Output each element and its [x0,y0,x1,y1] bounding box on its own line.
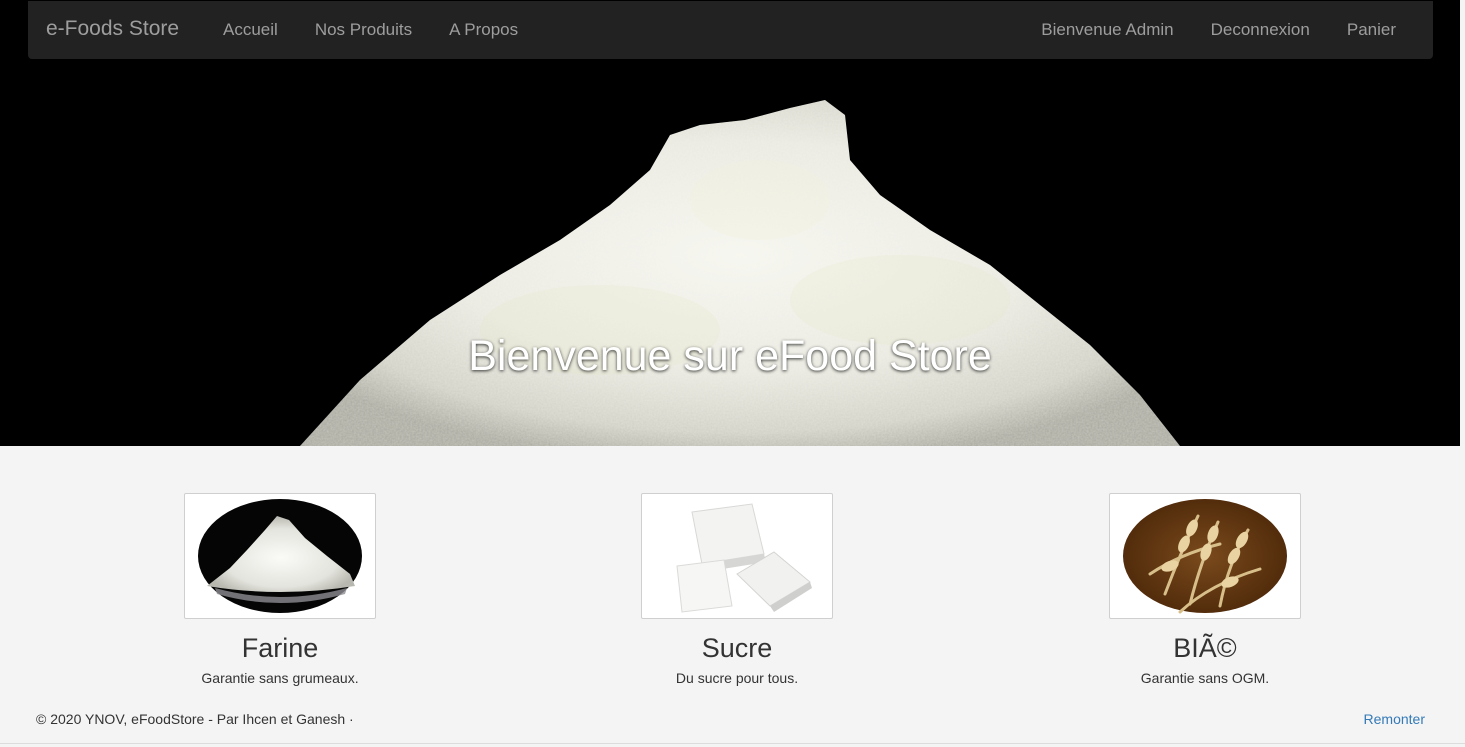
feature-description: Garantie sans OGM. [1140,670,1270,686]
feature-title: Sucre [701,633,773,663]
brand-logo-link[interactable]: e-Foods Store [46,1,179,59]
back-to-top-link[interactable]: Remonter [1364,711,1425,727]
bottom-divider [0,743,1465,744]
nav-link-a-propos[interactable]: A Propos [449,20,518,40]
feature-description: Du sucre pour tous. [675,670,799,686]
nav-link-deconnexion[interactable]: Deconnexion [1211,20,1310,40]
nav-link-nos-produits[interactable]: Nos Produits [315,20,412,40]
nav-link-bienvenue-admin[interactable]: Bienvenue Admin [1041,20,1173,40]
feature-farine: Farine Garantie sans grumeaux. [130,493,430,687]
feature-thumbnail [184,493,376,619]
feature-title: Farine [241,633,319,663]
feature-sucre: Sucre Du sucre pour tous. [587,493,887,687]
wheat-ears-image [1123,499,1287,614]
hero-title: Bienvenue sur eFood Store [468,332,992,380]
feature-description: Garantie sans grumeaux. [201,670,359,686]
flour-pile-image [198,499,362,613]
nav-right-group: Bienvenue Admin Deconnexion Panier [1004,1,1396,59]
feature-title: BIÃ© [1173,633,1237,663]
sugar-cubes-image [676,503,812,613]
nav-link-panier[interactable]: Panier [1347,20,1396,40]
top-navbar: e-Foods Store Accueil Nos Produits A Pro… [28,1,1433,59]
nav-left-group: Accueil Nos Produits A Propos [223,1,555,59]
feature-bio: BIÃ© Garantie sans OGM. [1055,493,1355,687]
nav-link-accueil[interactable]: Accueil [223,20,278,40]
feature-thumbnail [1109,493,1301,619]
feature-thumbnail [641,493,833,619]
footer-copyright: © 2020 YNOV, eFoodStore - Par Ihcen et G… [36,711,354,727]
hero-carousel: Bienvenue sur eFood Store [0,0,1460,446]
